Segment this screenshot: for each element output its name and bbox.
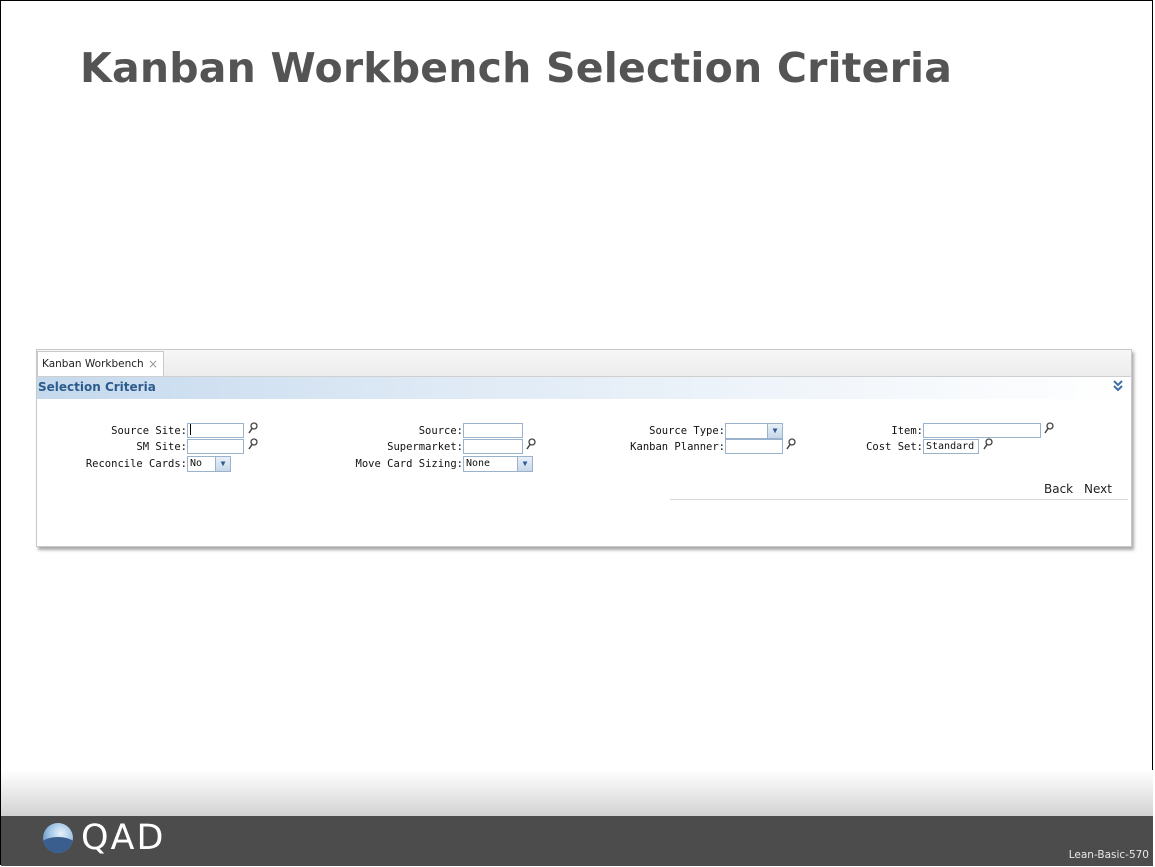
move-card-sizing-value: None xyxy=(466,458,491,469)
slide-code: Lean-Basic-570 xyxy=(1068,849,1149,861)
source-input[interactable] xyxy=(463,423,523,438)
qad-logo-icon xyxy=(43,823,73,853)
section-header: Selection Criteria xyxy=(37,377,1131,399)
source-type-select[interactable]: ▼ xyxy=(725,423,783,439)
source-label: Source: xyxy=(418,425,463,437)
reconcile-cards-label: Reconcile Cards: xyxy=(85,458,187,470)
section-title: Selection Criteria xyxy=(38,380,156,394)
next-button[interactable]: Next xyxy=(1084,482,1112,496)
cost-set-lookup-icon[interactable] xyxy=(983,438,993,450)
source-type-label: Source Type: xyxy=(649,425,725,437)
source-site-lookup-icon[interactable] xyxy=(248,422,258,434)
cost-set-label: Cost Set: xyxy=(866,441,923,453)
move-card-sizing-label: Move Card Sizing: xyxy=(355,458,463,470)
kanban-workbench-panel: Kanban Workbench × Selection Criteria So… xyxy=(36,349,1132,547)
supermarket-lookup-icon[interactable] xyxy=(526,438,536,450)
tab-label: Kanban Workbench xyxy=(42,358,144,370)
sm-site-label: SM Site: xyxy=(136,441,187,453)
supermarket-label: Supermarket: xyxy=(387,441,463,453)
sm-site-input[interactable] xyxy=(187,439,244,454)
supermarket-input[interactable] xyxy=(463,439,523,454)
close-icon[interactable]: × xyxy=(148,352,158,376)
chevron-down-icon: ▼ xyxy=(767,424,782,438)
sm-site-lookup-icon[interactable] xyxy=(248,438,258,450)
chevron-down-icon: ▼ xyxy=(215,457,230,471)
tab-bar: Kanban Workbench × xyxy=(37,350,1131,377)
footer-fade xyxy=(1,770,1153,816)
slide-title: Kanban Workbench Selection Criteria xyxy=(80,44,953,92)
footer-bar: QAD Lean-Basic-570 xyxy=(1,816,1153,866)
cost-set-input[interactable]: Standard xyxy=(923,439,979,454)
reconcile-cards-value: No xyxy=(190,458,203,469)
source-site-label: Source Site: xyxy=(111,425,187,437)
text-caret xyxy=(190,423,191,435)
item-input[interactable] xyxy=(923,423,1041,438)
source-site-input[interactable] xyxy=(187,423,244,438)
item-lookup-icon[interactable] xyxy=(1044,422,1054,434)
item-label: Item: xyxy=(891,425,923,437)
divider xyxy=(670,499,1128,500)
tab-kanban-workbench[interactable]: Kanban Workbench × xyxy=(37,351,164,376)
move-card-sizing-select[interactable]: None ▼ xyxy=(463,456,533,472)
reconcile-cards-select[interactable]: No ▼ xyxy=(187,456,231,472)
kanban-planner-input[interactable] xyxy=(725,439,783,454)
collapse-icon[interactable] xyxy=(1113,378,1123,396)
kanban-planner-lookup-icon[interactable] xyxy=(786,438,796,450)
kanban-planner-label: Kanban Planner: xyxy=(630,441,725,453)
brand-name: QAD xyxy=(81,818,166,858)
back-button[interactable]: Back xyxy=(1044,482,1073,496)
chevron-down-icon: ▼ xyxy=(517,457,532,471)
